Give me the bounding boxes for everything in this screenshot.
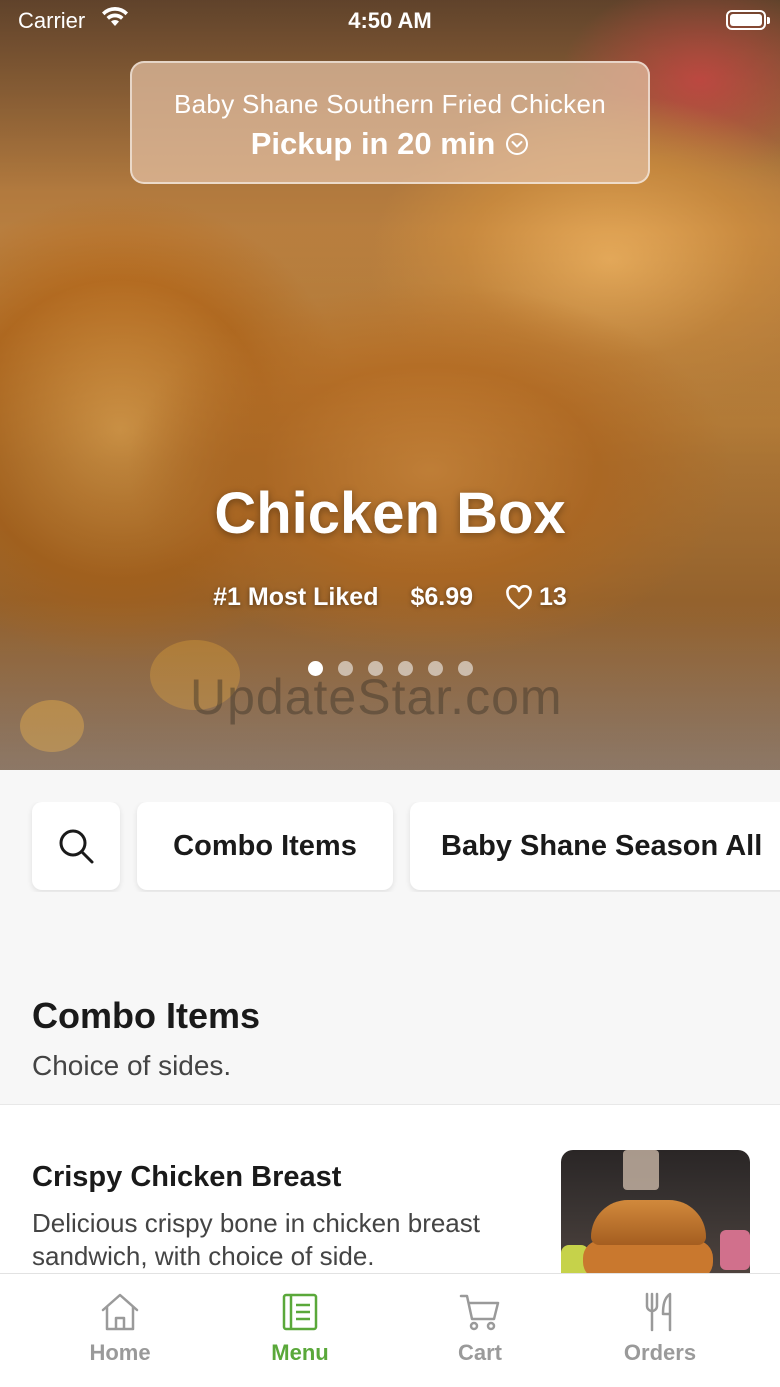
tab-orders-label: Orders (623, 1340, 697, 1365)
tab-menu-label: Menu (271, 1340, 329, 1365)
menu-item-list: Crispy Chicken Breast Delicious crispy b… (0, 1104, 780, 1274)
search-icon (59, 829, 94, 864)
tab-menu[interactable]: Menu (210, 1274, 390, 1387)
tab-home-label: Home (89, 1340, 151, 1365)
tab-orders[interactable]: Orders (570, 1274, 750, 1387)
restaurant-name: Baby Shane Southern Fried Chicken (174, 89, 606, 119)
pickup-eta: Pickup in 20 min (132, 126, 648, 162)
heart-icon (506, 584, 532, 609)
menu-item-name: Crispy Chicken Breast (32, 1161, 342, 1193)
featured-item-title: Chicken Box (214, 481, 566, 546)
cart-icon (459, 1294, 500, 1331)
menu-item-description: Delicious crispy bone in chicken breast … (32, 1208, 480, 1271)
menu-icon (282, 1293, 318, 1331)
carousel-dot[interactable] (427, 661, 443, 676)
carousel-dot[interactable] (307, 661, 323, 676)
tab-cart[interactable]: Cart (390, 1274, 570, 1387)
carousel-dot[interactable] (457, 661, 473, 676)
section-subtitle: Choice of sides. (32, 1050, 232, 1081)
featured-item-meta: #1 Most Liked $6.99 13 (0, 583, 780, 612)
category-chip-baby-shane-season-all[interactable]: Baby Shane Season All (410, 802, 780, 890)
carousel-dot[interactable] (367, 661, 383, 676)
status-bar: Carrier 4:50 AM (0, 0, 780, 40)
carousel-dot[interactable] (337, 661, 353, 676)
search-button[interactable] (32, 802, 120, 890)
carousel-page-indicator[interactable] (0, 661, 780, 676)
carousel-dot[interactable] (397, 661, 413, 676)
home-icon (101, 1293, 139, 1331)
likes-count: 13 (539, 583, 567, 611)
pickup-eta-label: Pickup in 20 min (250, 126, 496, 161)
menu-item-image (561, 1150, 750, 1274)
pickup-selector[interactable]: Baby Shane Southern Fried Chicken Pickup… (130, 61, 650, 184)
category-bar: Combo Items Baby Shane Season All (0, 802, 780, 892)
category-chip-combo-items[interactable]: Combo Items (137, 802, 393, 890)
battery-icon (726, 10, 770, 30)
utensils-icon (645, 1292, 672, 1332)
price-label: $6.99 (410, 583, 474, 611)
watermark: UpdateStar.com (190, 669, 563, 725)
tab-bar: Home Menu Cart Orders (0, 1273, 780, 1387)
tab-home[interactable]: Home (30, 1274, 210, 1387)
tab-cart-label: Cart (457, 1340, 502, 1365)
rank-label: #1 Most Liked (213, 583, 379, 611)
likes: 13 (505, 583, 567, 612)
chevron-down-circle-icon (506, 133, 529, 155)
clock: 4:50 AM (348, 8, 432, 33)
section-title: Combo Items (32, 995, 261, 1036)
